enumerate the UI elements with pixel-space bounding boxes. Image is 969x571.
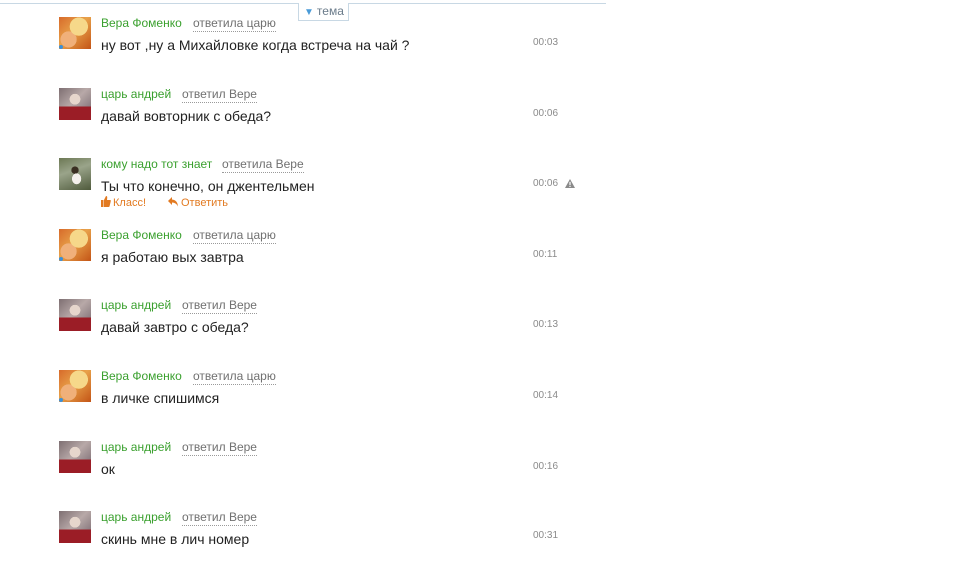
reply-to-link[interactable]: ответила царю	[193, 15, 276, 32]
reply-to-link[interactable]: ответила царю	[193, 227, 276, 244]
reply-to-link[interactable]: ответил Вере	[182, 439, 257, 456]
online-indicator	[59, 398, 63, 402]
avatar[interactable]	[59, 17, 91, 49]
author-name[interactable]: Вера Фоменко	[101, 368, 182, 384]
message-time: 00:11	[533, 249, 558, 260]
message-text: давай завтро с обеда?	[101, 319, 249, 335]
chat-message: царь андрей ответил Вере ок 00:16	[59, 439, 579, 501]
chat-message: Вера Фоменко ответила царю ну вот ,ну а …	[59, 15, 579, 77]
message-text: ну вот ,ну а Михайловке когда встреча на…	[101, 37, 410, 53]
like-button[interactable]: Класс!	[101, 196, 146, 210]
author-name[interactable]: царь андрей	[101, 297, 171, 313]
message-time: 00:06	[533, 108, 559, 119]
reply-arrow-icon	[168, 197, 178, 207]
avatar[interactable]	[59, 229, 91, 261]
author-name[interactable]: царь андрей	[101, 509, 171, 525]
avatar[interactable]	[59, 88, 91, 120]
message-text: я работаю вых завтра	[101, 249, 244, 265]
chat-message: кому надо тот знает ответила Вере Ты что…	[59, 156, 579, 218]
avatar[interactable]	[59, 441, 91, 473]
thumbs-up-icon	[101, 196, 111, 207]
message-text: ок	[101, 461, 115, 477]
reply-to-link[interactable]: ответила царю	[193, 368, 276, 385]
avatar[interactable]	[59, 158, 91, 190]
chat-message: царь андрей ответил Вере давай завтро с …	[59, 297, 579, 359]
reply-button[interactable]: Ответить	[168, 196, 228, 210]
author-name[interactable]: царь андрей	[101, 439, 171, 455]
chat-message: Вера Фоменко ответила царю я работаю вых…	[59, 227, 579, 289]
message-time: 00:13	[533, 319, 559, 330]
message-time: 00:14	[533, 390, 559, 401]
online-indicator	[59, 45, 63, 49]
report-warning-icon[interactable]	[565, 179, 575, 188]
author-name[interactable]: Вера Фоменко	[101, 227, 182, 243]
avatar[interactable]	[59, 370, 91, 402]
author-name[interactable]: царь андрей	[101, 86, 171, 102]
chat-message: Вера Фоменко ответила царю в личке спиши…	[59, 368, 579, 430]
reply-to-link[interactable]: ответил Вере	[182, 297, 257, 314]
author-name[interactable]: Вера Фоменко	[101, 15, 182, 31]
message-time: 00:31	[533, 530, 559, 541]
topic-toggle-label: тема	[316, 4, 344, 18]
message-text: в личке спишимся	[101, 390, 220, 406]
message-text: Ты что конечно, он джентельмен	[101, 178, 315, 194]
reply-to-link[interactable]: ответила Вере	[222, 156, 304, 173]
reply-to-link[interactable]: ответил Вере	[182, 86, 257, 103]
chat-message: царь андрей ответил Вере скинь мне в лич…	[59, 509, 579, 571]
reply-label: Ответить	[181, 197, 229, 209]
message-time: 00:16	[533, 461, 559, 472]
like-label: Класс!	[113, 197, 146, 209]
message-time: 00:03	[533, 37, 559, 48]
reply-to-link[interactable]: ответил Вере	[182, 509, 257, 526]
chat-message: царь андрей ответил Вере давай вовторник…	[59, 86, 579, 148]
message-text: давай вовторник с обеда?	[101, 108, 272, 124]
avatar[interactable]	[59, 511, 91, 543]
message-time: 00:06	[533, 178, 559, 189]
author-name[interactable]: кому надо тот знает	[101, 156, 212, 172]
avatar[interactable]	[59, 299, 91, 331]
message-text: скинь мне в лич номер	[101, 531, 250, 547]
online-indicator	[59, 257, 63, 261]
